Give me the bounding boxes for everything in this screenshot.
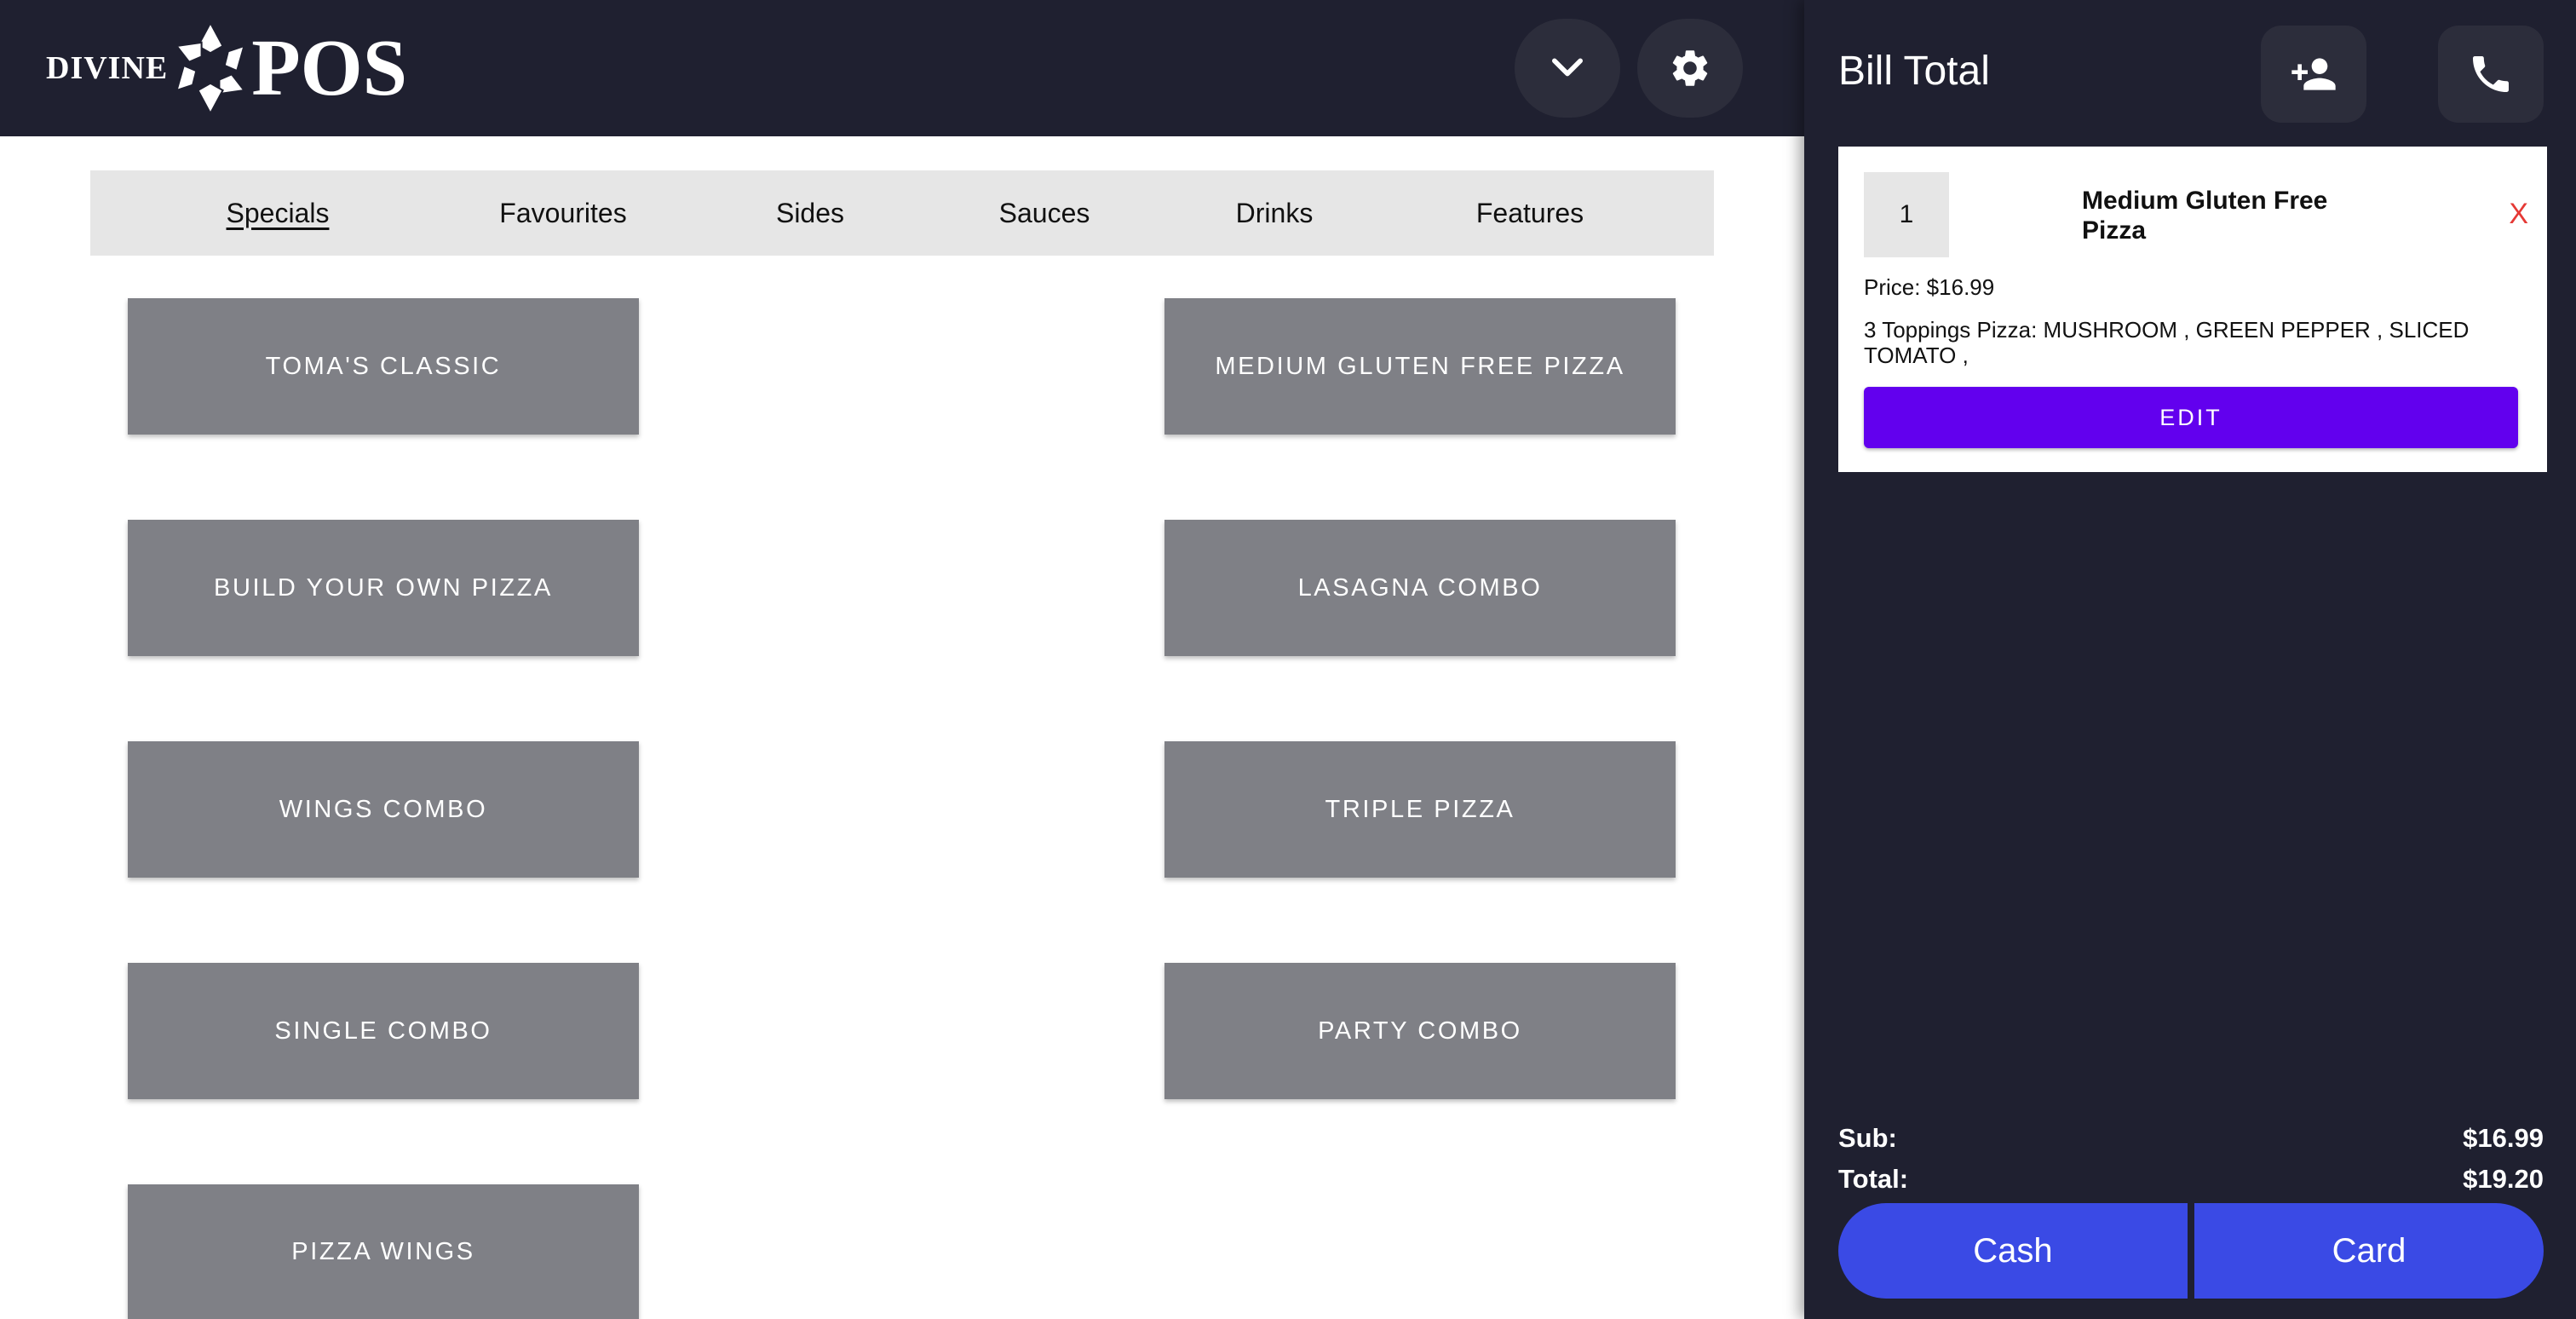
menu-item-triple-pizza[interactable]: TRIPLE PIZZA <box>1164 741 1676 878</box>
subtotal-row: Sub: $16.99 <box>1838 1123 2544 1154</box>
tab-sauces[interactable]: Sauces <box>976 170 1113 256</box>
menu-item-build-your-own-pizza[interactable]: BUILD YOUR OWN PIZZA <box>128 520 639 656</box>
bill-item-name: Medium Gluten Free Pizza <box>2082 187 2328 245</box>
total-row: Total: $19.20 <box>1838 1164 2544 1195</box>
cash-button[interactable]: Cash <box>1838 1203 2188 1299</box>
bill-item-price: Price: $16.99 <box>1864 274 1995 300</box>
phone-icon <box>2473 56 2509 92</box>
tab-sides[interactable]: Sides <box>755 170 865 256</box>
subtotal-label: Sub: <box>1838 1123 1897 1153</box>
menu-item-tomas-classic[interactable]: TOMA'S CLASSIC <box>128 298 639 435</box>
menu-item-medium-gluten-free-pizza[interactable]: MEDIUM GLUTEN FREE PIZZA <box>1164 298 1676 435</box>
person-add-icon <box>2291 58 2336 90</box>
menu-item-party-combo[interactable]: PARTY COMBO <box>1164 963 1676 1099</box>
menu-item-lasagna-combo[interactable]: LASAGNA COMBO <box>1164 520 1676 656</box>
bill-title: Bill Total <box>1838 49 1990 94</box>
logo: DIVINE POS <box>46 19 407 118</box>
edit-item-button[interactable]: EDIT <box>1864 387 2518 448</box>
total-value: $19.20 <box>2463 1164 2544 1194</box>
remove-item-button[interactable]: X <box>2509 198 2528 231</box>
total-label: Total: <box>1838 1164 1909 1194</box>
bill-item-card: 1 Medium Gluten Free Pizza X Price: $16.… <box>1838 147 2547 472</box>
phone-button[interactable] <box>2438 26 2544 123</box>
tab-drinks[interactable]: Drinks <box>1215 170 1334 256</box>
tab-specials[interactable]: Specials <box>193 170 363 256</box>
logo-pos-text: POS <box>251 24 408 112</box>
top-header: DIVINE POS <box>0 0 1804 136</box>
menu-item-single-combo[interactable]: SINGLE COMBO <box>128 963 639 1099</box>
card-button[interactable]: Card <box>2194 1203 2544 1299</box>
tab-features[interactable]: Features <box>1445 170 1615 256</box>
gear-icon <box>1672 50 1708 86</box>
tab-favourites[interactable]: Favourites <box>465 170 661 256</box>
logo-divine-text: DIVINE <box>46 50 169 86</box>
menu-item-pizza-wings[interactable]: PIZZA WINGS <box>128 1184 639 1319</box>
settings-button[interactable] <box>1637 19 1743 118</box>
category-tabs: Specials Favourites Sides Sauces Drinks … <box>90 170 1714 256</box>
menu-item-wings-combo[interactable]: WINGS COMBO <box>128 741 639 878</box>
chevron-down-icon <box>1552 58 1583 77</box>
bill-item-toppings: 3 Toppings Pizza: MUSHROOM , GREEN PEPPE… <box>1864 317 2470 368</box>
add-customer-button[interactable] <box>2261 26 2366 123</box>
bill-panel: Bill Total 1 Medium Gluten Free Pizza X … <box>1804 0 2576 1319</box>
dropdown-button[interactable] <box>1515 19 1620 118</box>
quantity-field[interactable]: 1 <box>1864 172 1949 257</box>
subtotal-value: $16.99 <box>2463 1123 2544 1153</box>
logo-star-icon <box>175 20 246 116</box>
